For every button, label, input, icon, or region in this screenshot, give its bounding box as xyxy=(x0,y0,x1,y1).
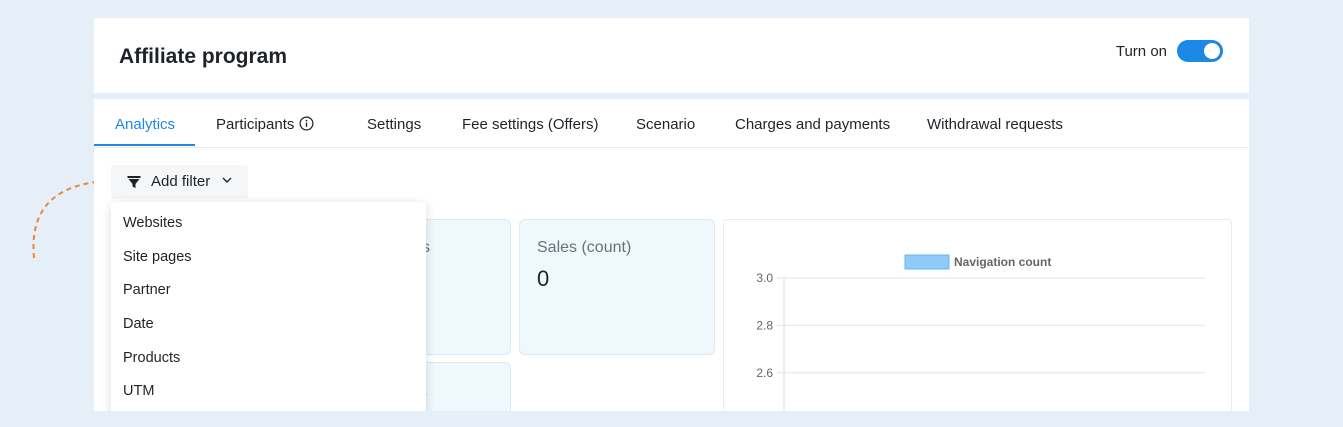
tab-label: Charges and payments xyxy=(735,116,891,133)
main-panel: Analytics Participants Settings Fee sett… xyxy=(94,99,1249,411)
filter-option-site-pages[interactable]: Site pages xyxy=(123,249,192,265)
y-tick-label: 2.8 xyxy=(756,318,773,332)
filter-option-websites[interactable]: Websites xyxy=(123,215,182,231)
chart-svg: Navigation count 3.0 2.8 2.6 xyxy=(756,254,1205,411)
filter-option-utm[interactable]: UTM xyxy=(123,383,154,399)
filter-dropdown: Websites Site pages Partner Date Product… xyxy=(111,202,426,411)
tab-fee-settings[interactable]: Fee settings (Offers) xyxy=(462,116,598,133)
add-filter-label: Add filter xyxy=(151,173,211,190)
toggle-knob xyxy=(1204,43,1220,59)
chart-grid xyxy=(777,277,1205,374)
tab-withdrawal-requests[interactable]: Withdrawal requests xyxy=(927,116,1063,133)
y-tick-label: 2.6 xyxy=(756,366,773,380)
tab-label: Scenario xyxy=(636,116,696,133)
page-title: Affiliate program xyxy=(119,45,288,68)
turn-on-toggle[interactable] xyxy=(1177,40,1223,62)
tab-bar: Analytics Participants Settings Fee sett… xyxy=(94,99,1249,148)
tab-label: Participants xyxy=(216,116,295,133)
header-panel: Affiliate program Turn on xyxy=(94,18,1249,93)
toggle-label: Turn on xyxy=(1115,43,1167,60)
filter-option-date[interactable]: Date xyxy=(123,316,154,332)
card-title: Sales (count) xyxy=(537,239,632,256)
sales-count-card: Sales (count) 0 xyxy=(519,219,715,355)
legend-swatch[interactable] xyxy=(904,254,950,270)
filter-icon xyxy=(127,176,141,188)
chevron-down-icon xyxy=(222,177,232,183)
tab-label: Settings xyxy=(367,116,422,133)
add-filter-button[interactable]: Add filter xyxy=(111,165,248,199)
tab-label: Fee settings (Offers) xyxy=(462,116,599,133)
active-tab-indicator xyxy=(94,144,195,146)
tab-charges-and-payments[interactable]: Charges and payments xyxy=(735,116,890,133)
y-tick-label: 3.0 xyxy=(756,271,773,285)
chart-y-ticks: 3.0 2.8 2.6 xyxy=(756,271,773,380)
tab-analytics[interactable]: Analytics xyxy=(115,116,175,133)
tab-label: Withdrawal requests xyxy=(927,116,1063,133)
legend-label: Navigation count xyxy=(954,255,1051,269)
card-value: 0 xyxy=(537,266,550,291)
tab-settings[interactable]: Settings xyxy=(367,116,421,133)
tab-participants[interactable]: Participants xyxy=(216,116,314,133)
navigation-chart: Navigation count 3.0 2.8 2.6 xyxy=(723,219,1232,411)
tab-label: Analytics xyxy=(115,116,176,133)
tab-scenario[interactable]: Scenario xyxy=(636,116,695,133)
info-icon[interactable] xyxy=(299,116,314,131)
filter-option-partner[interactable]: Partner xyxy=(123,282,171,298)
filter-option-products[interactable]: Products xyxy=(123,350,180,366)
chart-legend: Navigation count xyxy=(904,254,1051,270)
